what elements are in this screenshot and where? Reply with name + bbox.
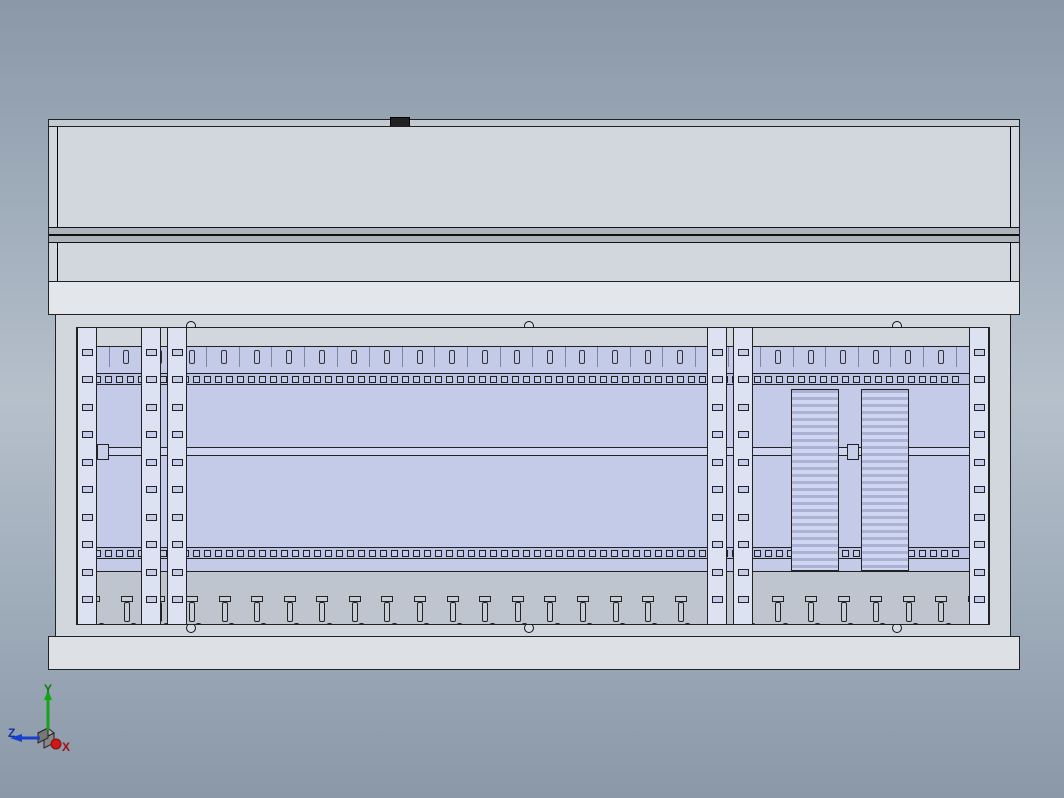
top-slot-rail: [77, 347, 989, 367]
upright: [77, 328, 97, 624]
chassis-interior: [76, 327, 990, 625]
chassis-body: [55, 314, 1011, 638]
bottom-rail-zone: [77, 571, 989, 624]
mid-rail: [77, 447, 989, 456]
scene-description: CAD orthographic front view of a sheet-m…: [0, 0, 1, 1]
upper-cover: [48, 126, 1020, 283]
card-guide: [861, 389, 909, 571]
axis-triad: Y Z X: [14, 688, 84, 758]
upright: [141, 328, 161, 624]
card-guide: [791, 389, 839, 571]
upright: [707, 328, 727, 624]
backplane: [77, 346, 989, 573]
perforated-strip-lower: [77, 547, 989, 559]
lower-shelf: [48, 636, 1020, 670]
upright: [167, 328, 187, 624]
axis-y-label: Y: [44, 682, 52, 696]
axis-z-label: Z: [8, 726, 15, 740]
pattern-row: [77, 600, 989, 622]
upper-shelf: [48, 281, 1020, 315]
axis-x-label: X: [62, 740, 70, 754]
perforated-strip-upper: [77, 373, 989, 385]
pin-row: [77, 576, 989, 600]
upright: [733, 328, 753, 624]
cad-viewport[interactable]: Y Z X CAD orthographic front view of a s…: [0, 0, 1064, 798]
upright: [969, 328, 989, 624]
